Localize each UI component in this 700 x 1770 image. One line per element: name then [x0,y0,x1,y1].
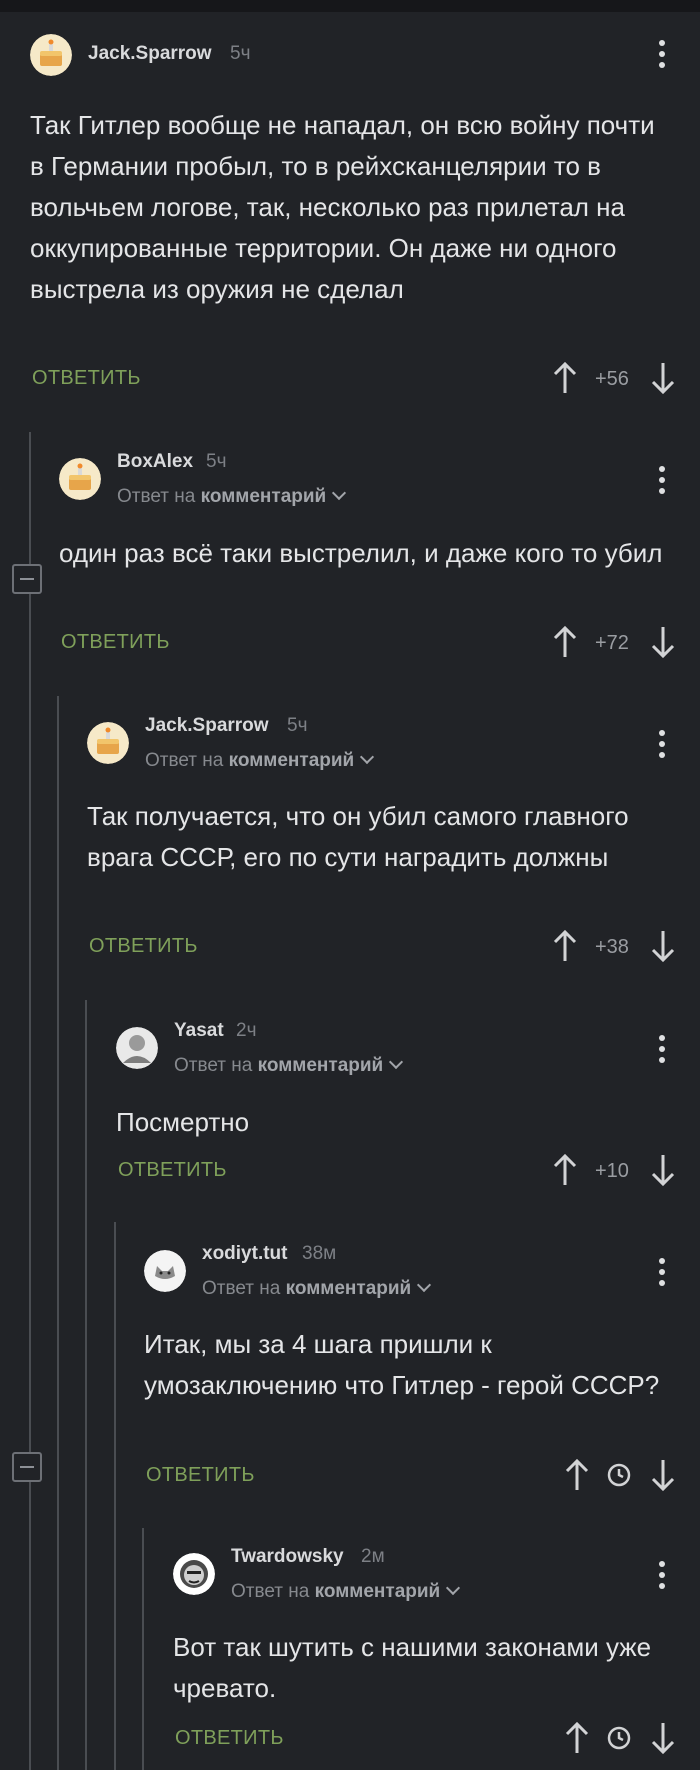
comment: Yasat 2ч Ответ на комментарий Посмертно … [116,1019,680,1199]
reply-to-target: комментарий [314,1581,441,1602]
downvote-icon[interactable] [650,929,676,963]
chevron-down-icon [389,1054,404,1070]
upvote-icon[interactable] [552,361,578,395]
rating-score: +10 [595,1160,629,1182]
thread-line [114,1222,116,1770]
more-options-icon[interactable] [658,1035,666,1065]
more-options-icon[interactable] [658,1561,666,1591]
upvote-icon[interactable] [564,1721,590,1755]
comment-time: 38м [302,1243,337,1264]
reply-button[interactable]: ОТВЕТИТЬ [175,1727,284,1750]
reply-to-prefix: Ответ на [231,1581,310,1602]
comment-text: один раз всё таки выстрелил, и даже кого… [59,538,663,568]
reply-to-link[interactable]: Ответ на комментарий [231,1580,461,1603]
more-options-icon[interactable] [658,1258,666,1288]
chevron-down-icon [332,485,347,501]
comment-text: Так Гитлер вообще не нападал, он всю вой… [30,110,655,304]
comment-text: Итак, мы за 4 шага пришли к умозаключени… [144,1329,660,1400]
cat-avatar[interactable] [144,1250,186,1292]
reply-to-prefix: Ответ на [117,486,196,507]
cake-avatar[interactable] [30,34,72,76]
reply-to-link[interactable]: Ответ на комментарий [202,1277,432,1300]
comment: xodiyt.tut 38м Ответ на комментарий Итак… [144,1242,680,1492]
cake-avatar[interactable] [87,722,129,764]
comment-time: 5ч [206,451,227,472]
comment-text: Вот так шутить с нашими законами уже чре… [173,1632,652,1703]
reply-button[interactable]: ОТВЕТИТЬ [89,935,198,958]
upvote-icon[interactable] [552,1153,578,1187]
photo-avatar[interactable] [116,1027,158,1069]
more-options-icon[interactable] [658,466,666,496]
upvote-icon[interactable] [564,1458,590,1492]
reply-button[interactable]: ОТВЕТИТЬ [118,1159,227,1182]
comment-time: 2ч [236,1020,257,1041]
thread-line [85,1000,87,1770]
author-name[interactable]: Jack.Sparrow [88,43,212,65]
author-name[interactable]: Jack.Sparrow [145,715,269,737]
comment: BoxAlex 5ч Ответ на комментарий один раз… [59,450,680,660]
downvote-icon[interactable] [650,1721,676,1755]
reply-to-prefix: Ответ на [145,750,224,771]
rating-score: +56 [595,368,629,390]
reply-to-link[interactable]: Ответ на комментарий [117,485,347,508]
downvote-icon[interactable] [650,625,676,659]
rating-score: +38 [595,936,629,958]
rating-score: +72 [595,632,629,654]
author-name[interactable]: Yasat [174,1020,224,1042]
reply-button[interactable]: ОТВЕТИТЬ [32,367,141,390]
thread-line [57,696,59,1770]
chevron-down-icon [360,749,375,765]
downvote-icon[interactable] [650,1458,676,1492]
reply-button[interactable]: ОТВЕТИТЬ [61,631,170,654]
author-name[interactable]: BoxAlex [117,451,193,473]
face-avatar[interactable] [173,1553,215,1595]
clock-icon [606,1462,632,1488]
more-options-icon[interactable] [658,730,666,760]
more-options-icon[interactable] [658,40,666,70]
collapse-thread-button[interactable] [12,1452,42,1482]
reply-to-prefix: Ответ на [174,1055,253,1076]
comment-text: Посмертно [116,1107,250,1137]
thread-line [29,432,31,1770]
reply-to-link[interactable]: Ответ на комментарий [174,1054,404,1077]
comment-time: 5ч [287,715,308,736]
comment-text: Так получается, что он убил самого главн… [87,801,629,872]
reply-to-target: комментарий [200,486,327,507]
comment: Twardowsky 2м Ответ на комментарий Вот т… [173,1545,680,1770]
clock-icon [606,1725,632,1751]
comment: Jack.Sparrow 5ч Ответ на комментарий Так… [87,714,680,964]
upvote-icon[interactable] [552,929,578,963]
author-name[interactable]: xodiyt.tut [202,1243,288,1265]
chevron-down-icon [417,1277,432,1293]
reply-to-target: комментарий [285,1278,412,1299]
downvote-icon[interactable] [650,1153,676,1187]
reply-to-prefix: Ответ на [202,1278,281,1299]
author-name[interactable]: Twardowsky [231,1546,344,1568]
collapse-thread-button[interactable] [12,564,42,594]
thread-line [142,1528,144,1770]
upvote-icon[interactable] [552,625,578,659]
reply-to-target: комментарий [257,1055,384,1076]
status-bar [0,0,700,12]
reply-button[interactable]: ОТВЕТИТЬ [146,1464,255,1487]
reply-to-target: комментарий [228,750,355,771]
cake-avatar[interactable] [59,458,101,500]
downvote-icon[interactable] [650,361,676,395]
comment-time: 5ч [230,43,251,64]
comment-time: 2м [361,1546,385,1567]
comment: Jack.Sparrow 5ч Так Гитлер вообще не нап… [30,34,680,404]
reply-to-link[interactable]: Ответ на комментарий [145,749,375,772]
chevron-down-icon [446,1580,461,1596]
